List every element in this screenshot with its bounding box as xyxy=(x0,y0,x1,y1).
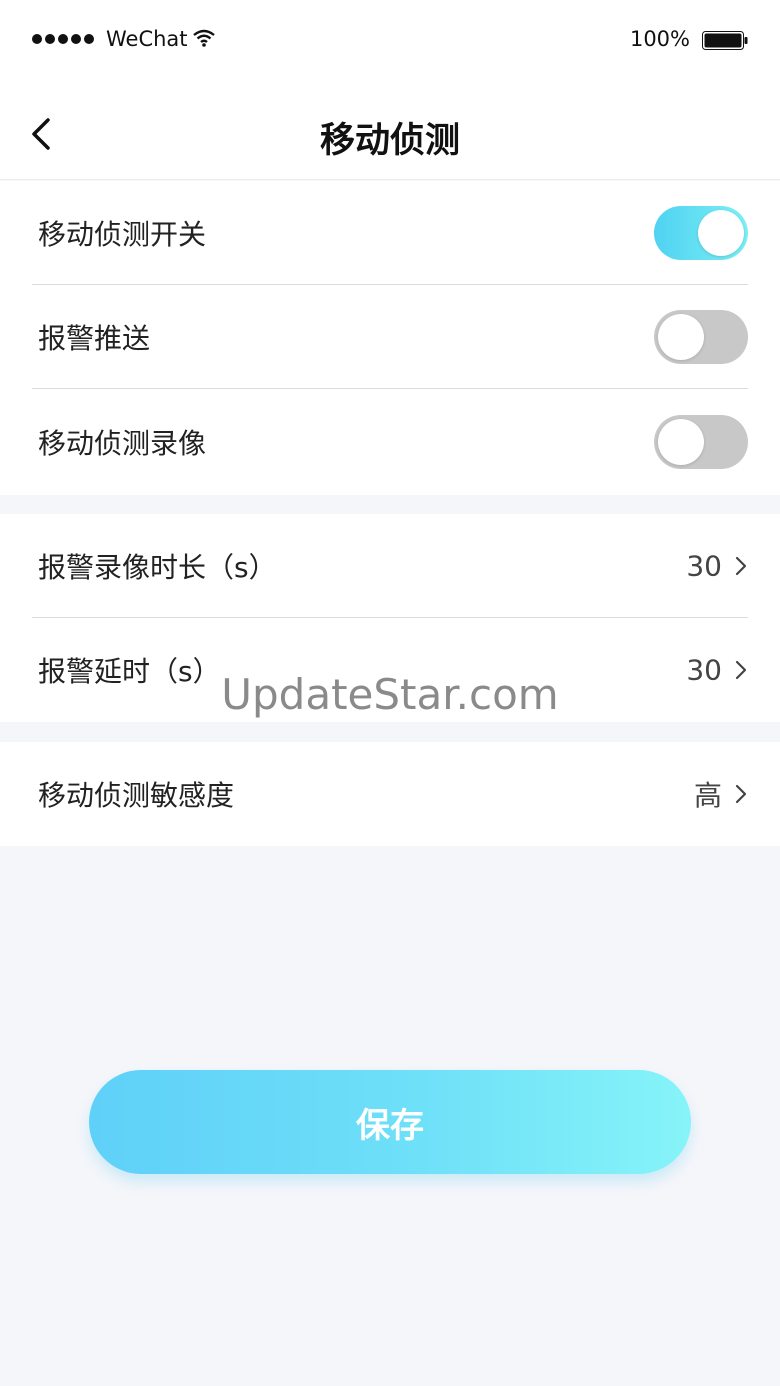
carrier-name: WeChat xyxy=(106,27,188,51)
setting-row-alarm-delay[interactable]: 报警延时（s） 30 xyxy=(0,618,780,722)
navigation-bar: 移动侦测 xyxy=(0,82,780,180)
toggle-settings-group: 移动侦测开关 报警推送 移动侦测录像 xyxy=(0,181,780,495)
battery-percentage: 100% xyxy=(629,27,690,51)
sensitivity-settings-group: 移动侦测敏感度 高 xyxy=(0,742,780,846)
wifi-icon xyxy=(193,29,215,47)
setting-row-motion-recording: 移动侦测录像 xyxy=(0,389,780,495)
signal-strength-icon xyxy=(32,34,94,44)
setting-label: 移动侦测开关 xyxy=(38,218,207,251)
setting-label: 报警推送 xyxy=(38,322,151,355)
save-button[interactable]: 保存 xyxy=(89,1070,691,1174)
motion-detection-toggle[interactable] xyxy=(654,206,748,260)
setting-row-motion-detection: 移动侦测开关 xyxy=(0,181,780,285)
page-title: 移动侦测 xyxy=(319,121,460,161)
chevron-right-icon xyxy=(735,556,747,576)
setting-label: 移动侦测录像 xyxy=(38,427,207,460)
setting-label: 报警延时（s） xyxy=(38,655,221,688)
setting-label: 报警录像时长（s） xyxy=(38,551,277,584)
chevron-right-icon xyxy=(735,784,747,804)
alarm-push-toggle[interactable] xyxy=(654,310,748,364)
setting-row-alarm-push: 报警推送 xyxy=(0,285,780,389)
status-bar: WeChat 100% xyxy=(0,0,780,82)
motion-recording-toggle[interactable] xyxy=(654,415,748,469)
battery-icon xyxy=(702,31,748,50)
duration-settings-group: 报警录像时长（s） 30 报警延时（s） 30 xyxy=(0,514,780,722)
setting-value: 高 xyxy=(693,779,722,812)
setting-row-sensitivity[interactable]: 移动侦测敏感度 高 xyxy=(0,742,780,846)
setting-value: 30 xyxy=(686,653,722,687)
setting-value: 30 xyxy=(686,549,722,583)
setting-row-alarm-recording-duration[interactable]: 报警录像时长（s） 30 xyxy=(0,514,780,618)
chevron-right-icon xyxy=(735,660,747,680)
setting-label: 移动侦测敏感度 xyxy=(38,779,235,812)
